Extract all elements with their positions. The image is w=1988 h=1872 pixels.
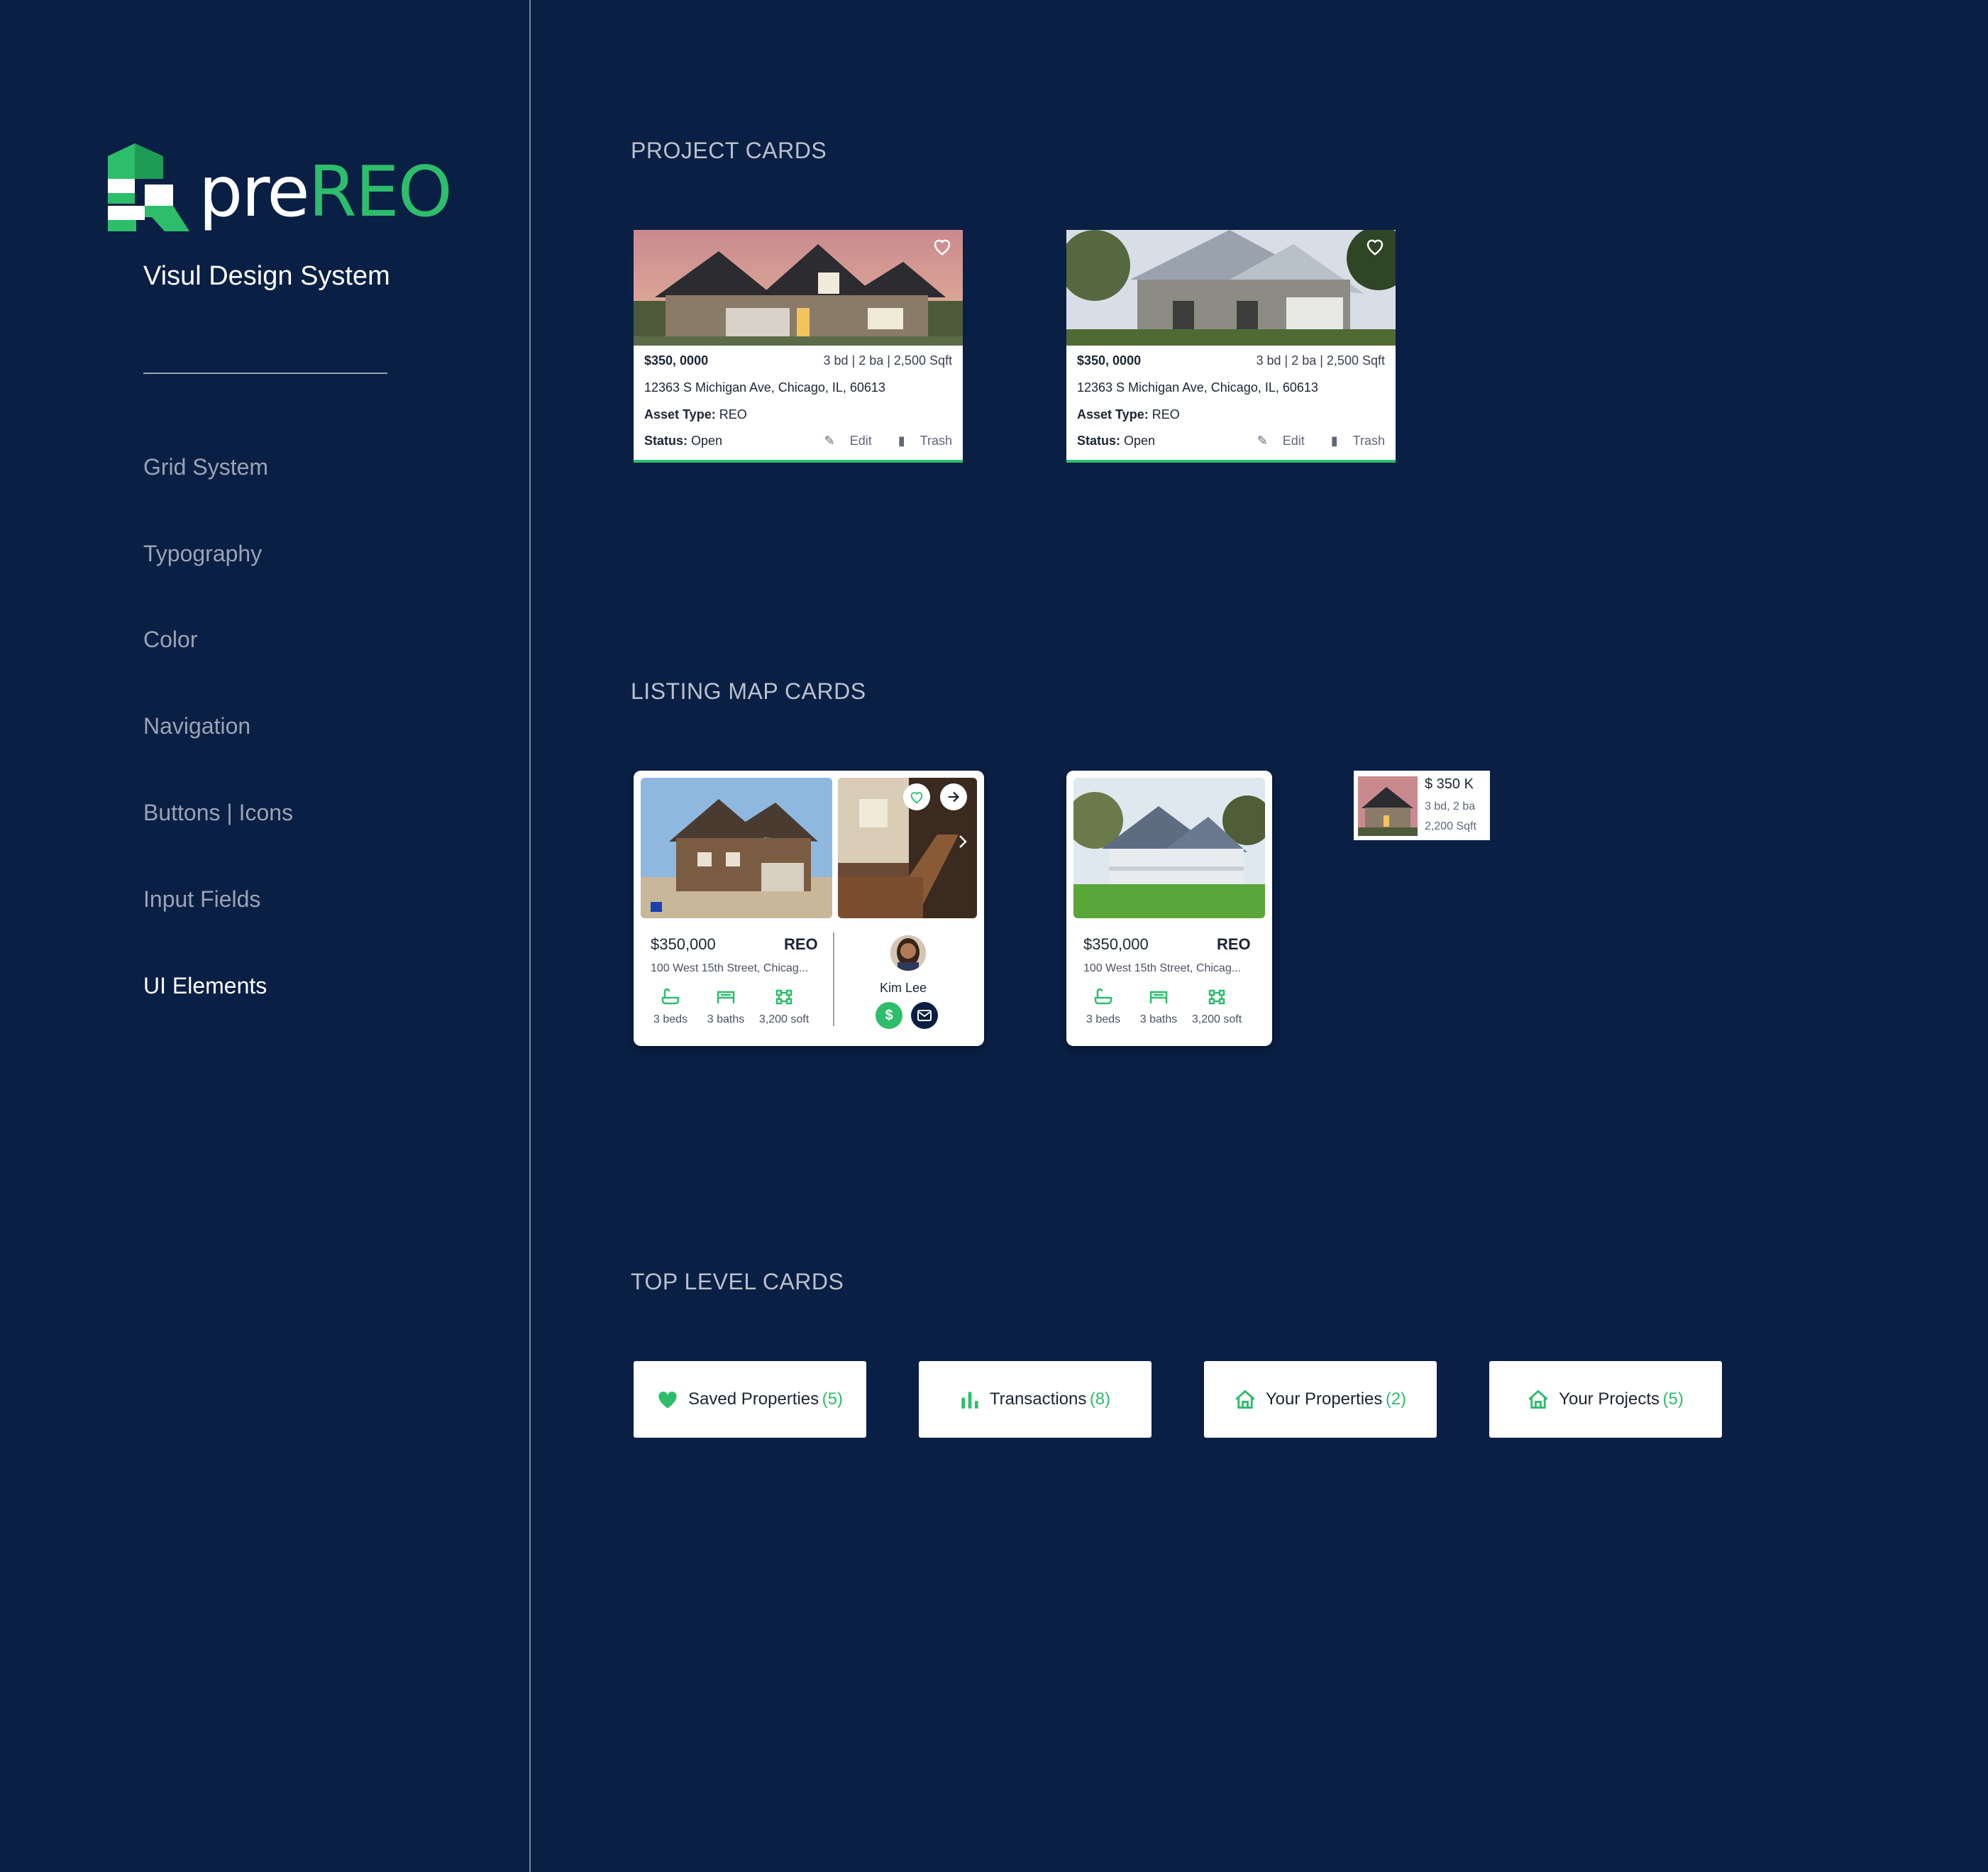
message-button[interactable] [911, 1002, 938, 1029]
asset-type-value: REO [719, 407, 747, 422]
favorite-heart-icon[interactable] [1364, 236, 1386, 257]
agent-avatar[interactable] [890, 935, 926, 971]
card-divider [833, 932, 834, 1026]
bed-icon [1149, 991, 1168, 1003]
card-specs: 3 bd | 2 ba | 2,500 Sqft [823, 353, 953, 368]
property-photo [1066, 230, 1396, 346]
section-title-top-level-cards: TOP LEVEL CARDS [631, 1269, 844, 1294]
asset-type-label: Asset Type: [644, 407, 716, 422]
map-pin-card[interactable]: $ 350 K 3 bd, 2 ba 2,200 Sqft [1354, 771, 1490, 840]
edit-button[interactable]: ✎ Edit [813, 434, 872, 448]
favorite-button[interactable] [903, 783, 930, 810]
section-title-project-cards: PROJECT CARDS [631, 138, 827, 163]
prereo-logo[interactable]: preREO [108, 143, 453, 233]
property-photo [641, 778, 832, 918]
area-icon [775, 989, 793, 1005]
sidebar-border [529, 0, 531, 1872]
sidebar: preREO Visul Design System Grid System T… [0, 0, 529, 1872]
open-listing-button[interactable] [940, 783, 967, 810]
logo-reo-text: REO [308, 152, 453, 233]
property-photo [634, 230, 963, 346]
favorite-heart-icon[interactable] [932, 236, 953, 257]
nav-item-ui-elements[interactable]: UI Elements [143, 973, 267, 999]
listing-address: 100 West 15th Street, Chicag... [651, 962, 809, 974]
pencil-icon: ✎ [824, 434, 835, 448]
baths-feature: 3 baths [1130, 988, 1187, 1026]
card-specs: 3 bd | 2 ba | 2,500 Sqft [1256, 353, 1386, 368]
sidebar-divider [143, 373, 387, 374]
status-label: Status: [644, 434, 688, 448]
house-icon [1235, 1389, 1255, 1409]
nav-item-buttons-icons[interactable]: Buttons | Icons [143, 800, 293, 826]
trash-button[interactable]: ▮ Trash [887, 434, 952, 448]
arrow-right-icon [948, 791, 960, 803]
mini-specs: 3 bd, 2 ba [1425, 800, 1476, 813]
heart-icon [910, 792, 923, 804]
baths-feature: 3 baths [697, 988, 754, 1026]
trash-icon: ▮ [898, 434, 905, 448]
bed-icon [717, 991, 735, 1003]
pencil-icon: ✎ [1257, 434, 1268, 448]
trash-icon: ▮ [1330, 434, 1338, 448]
status-label: Status: [1077, 434, 1121, 448]
your-properties-card[interactable]: Your Properties (2) [1204, 1361, 1437, 1438]
nav-item-input-fields[interactable]: Input Fields [143, 886, 260, 913]
card-address: 12363 S Michigan Ave, Chicago, IL, 60613 [644, 380, 885, 395]
property-thumbnail [1358, 776, 1418, 836]
dollar-icon: $ [885, 1007, 893, 1023]
mini-price: $ 350 K [1425, 776, 1474, 792]
status-value: Open [1124, 434, 1156, 448]
bathtub-icon [661, 988, 680, 1005]
mini-area: 2,200 Sqft [1425, 820, 1476, 832]
beds-feature: 3 beds [642, 988, 699, 1026]
card-address: 12363 S Michigan Ave, Chicago, IL, 60613 [1077, 380, 1318, 395]
payment-button[interactable]: $ [876, 1002, 902, 1029]
listing-map-card[interactable]: $350,000 REO 100 West 15th Street, Chica… [634, 771, 984, 1046]
sidebar-subtitle: Visul Design System [143, 261, 390, 291]
property-photo [1073, 778, 1265, 918]
saved-properties-card[interactable]: Saved Properties (5) [634, 1361, 866, 1438]
area-feature: 3,200 soft [756, 988, 812, 1026]
bar-chart-icon [961, 1392, 978, 1409]
project-card[interactable]: $350, 0000 3 bd | 2 ba | 2,500 Sqft 1236… [1066, 230, 1396, 463]
listing-map-card[interactable]: $350,000 REO 100 West 15th Street, Chica… [1066, 771, 1272, 1046]
card-price: $350, 0000 [644, 353, 709, 368]
your-projects-card[interactable]: Your Projects (5) [1489, 1361, 1722, 1438]
nav-item-typography[interactable]: Typography [143, 541, 262, 567]
status-value: Open [691, 434, 723, 448]
asset-type-value: REO [1152, 407, 1180, 422]
logo-mark-icon [108, 143, 189, 231]
trash-button[interactable]: ▮ Trash [1320, 434, 1385, 448]
edit-button[interactable]: ✎ Edit [1246, 434, 1305, 448]
house-icon [1528, 1389, 1548, 1409]
section-title-listing-map-cards: LISTING MAP CARDS [631, 678, 866, 704]
project-card[interactable]: $350, 0000 3 bd | 2 ba | 2,500 Sqft 1236… [634, 230, 963, 463]
envelope-icon [917, 1010, 932, 1021]
listing-address: 100 West 15th Street, Chicag... [1083, 962, 1242, 974]
area-feature: 3,200 soft [1188, 988, 1245, 1026]
asset-type-label: Asset Type: [1077, 407, 1149, 422]
listing-type: REO [1217, 935, 1251, 953]
next-photo-chevron-icon[interactable] [957, 833, 968, 850]
logo-pre-text: pre [199, 152, 310, 233]
nav-item-color[interactable]: Color [143, 627, 197, 653]
heart-icon [658, 1391, 677, 1409]
card-price: $350, 0000 [1077, 353, 1142, 368]
nav-item-navigation[interactable]: Navigation [143, 713, 250, 739]
bathtub-icon [1094, 988, 1112, 1005]
listing-type: REO [784, 935, 818, 953]
transactions-card[interactable]: Transactions (8) [919, 1361, 1152, 1438]
area-icon [1208, 989, 1225, 1005]
listing-price: $350,000 [651, 935, 716, 953]
listing-price: $350,000 [1083, 935, 1149, 953]
beds-feature: 3 beds [1075, 988, 1132, 1026]
nav-item-grid-system[interactable]: Grid System [143, 454, 268, 480]
agent-name: Kim Lee [879, 981, 927, 995]
